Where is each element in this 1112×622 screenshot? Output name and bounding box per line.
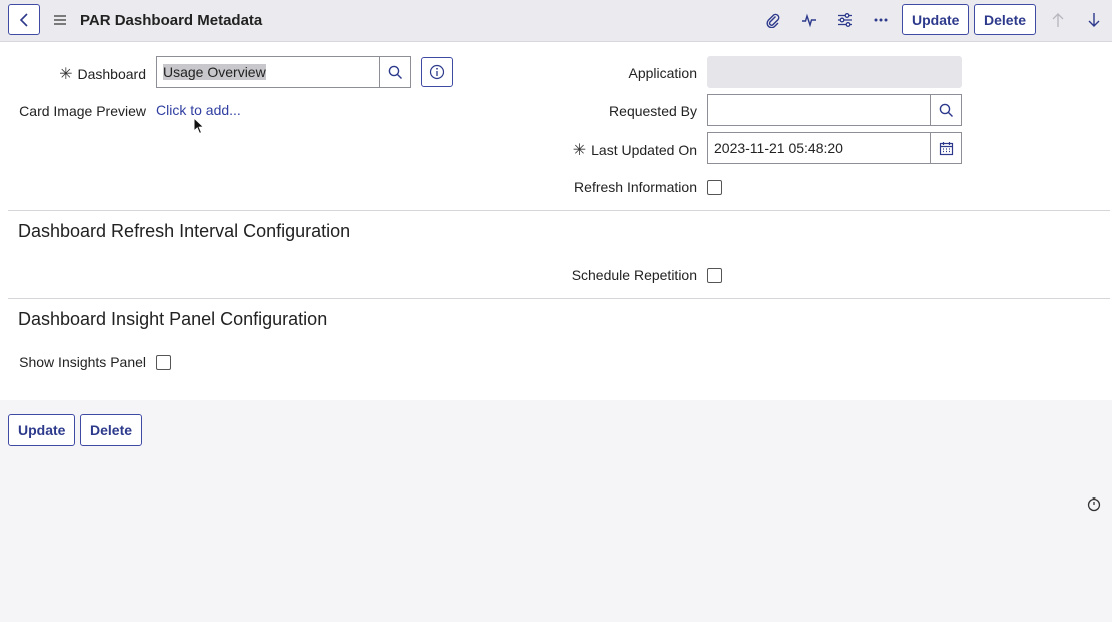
required-icon: ✳ [572, 142, 587, 159]
search-icon [388, 65, 402, 79]
section-divider [8, 298, 1110, 299]
show-insights-panel-label: Show Insights Panel [19, 354, 146, 370]
dashboard-info-button[interactable] [421, 57, 453, 87]
card-image-preview-label: Card Image Preview [19, 103, 146, 119]
dashboard-input[interactable]: Usage Overview [156, 56, 380, 88]
last-updated-on-input[interactable]: 2023-11-21 05:48:20 [707, 132, 931, 164]
footer-update-button[interactable]: Update [8, 414, 76, 446]
arrow-down-icon[interactable] [1083, 9, 1105, 31]
search-icon [939, 103, 953, 117]
stopwatch-icon[interactable] [1086, 496, 1102, 512]
arrow-up-icon[interactable] [1047, 9, 1069, 31]
chevron-left-icon [19, 12, 28, 27]
refresh-section-title: Dashboard Refresh Interval Configuration [18, 221, 351, 241]
sliders-icon[interactable] [834, 9, 856, 31]
hamburger-menu-icon[interactable] [53, 13, 67, 27]
footer-delete-button[interactable]: Delete [80, 414, 143, 446]
section-divider [8, 210, 1110, 211]
header-delete-button[interactable]: Delete [974, 4, 1037, 35]
dashboard-lookup-button[interactable] [379, 56, 411, 88]
paperclip-icon[interactable] [762, 9, 784, 31]
activity-icon[interactable] [798, 9, 820, 31]
requested-by-label: Requested By [609, 103, 697, 119]
schedule-repetition-label: Schedule Repetition [571, 267, 697, 283]
back-button[interactable] [8, 4, 40, 35]
info-icon [429, 64, 445, 80]
form-title: PAR Dashboard Metadata [80, 12, 263, 29]
application-label: Application [628, 65, 698, 81]
insight-section-title: Dashboard Insight Panel Configuration [18, 309, 328, 329]
calendar-icon [939, 141, 953, 155]
date-picker-button[interactable] [930, 132, 962, 164]
more-icon[interactable] [870, 9, 892, 31]
card-image-add-link[interactable]: Click to add... [156, 102, 241, 118]
requested-by-lookup-button[interactable] [930, 94, 962, 126]
last-updated-on-label: ✳ Last Updated On [572, 142, 697, 159]
header-update-button[interactable]: Update [902, 4, 970, 35]
schedule-repetition-checkbox[interactable] [707, 268, 722, 283]
form-header: PAR Dashboard Metadata Update Delete [0, 0, 1112, 42]
refresh-information-label: Refresh Information [574, 179, 697, 195]
required-icon: ✳ [59, 66, 73, 83]
requested-by-input[interactable] [707, 94, 931, 126]
mouse-cursor-icon [193, 117, 205, 135]
refresh-information-checkbox[interactable] [707, 180, 722, 195]
application-field [707, 56, 962, 88]
show-insights-panel-checkbox[interactable] [156, 355, 171, 370]
dashboard-label: ✳ Dashboard [59, 66, 146, 83]
